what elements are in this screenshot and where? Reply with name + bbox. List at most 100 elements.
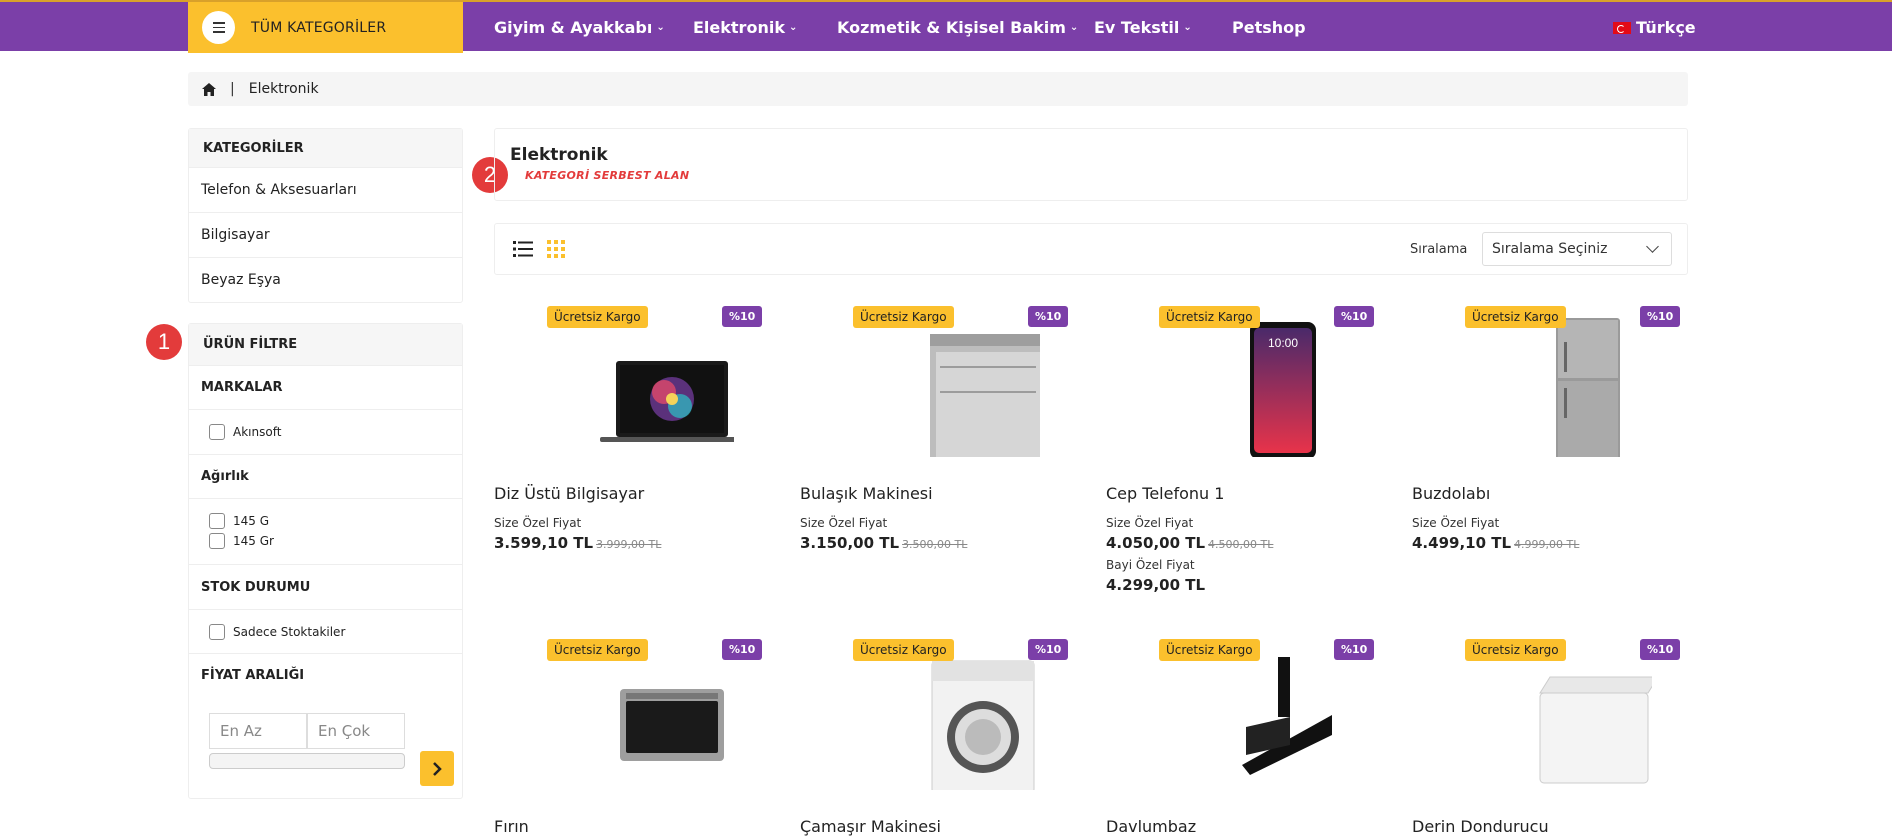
- product-card[interactable]: Ücretsiz Kargo %10 Diz Üstü Bilgisayar S…: [494, 302, 769, 622]
- product-card[interactable]: Ücretsiz Kargo %10 Derin Dondurucu: [1412, 635, 1687, 836]
- product-price: 4.499,10 TL 4.999,00 TL: [1412, 534, 1579, 552]
- product-card[interactable]: Ücretsiz Kargo %10 Bulaşık Makinesi Size…: [800, 302, 1075, 622]
- free-shipping-badge: Ücretsiz Kargo: [1159, 639, 1260, 661]
- category-link-beyaz-esya[interactable]: Beyaz Eşya: [189, 257, 462, 302]
- free-shipping-badge: Ücretsiz Kargo: [853, 306, 954, 328]
- checkbox-label: 145 G: [233, 514, 270, 528]
- nav-item-giyim[interactable]: Giyim & Ayakkabı ⌄: [494, 2, 665, 53]
- nav-item-ev-tekstil[interactable]: Ev Tekstil ⌄: [1094, 2, 1192, 53]
- phone-image: 10:00: [1250, 322, 1316, 457]
- laptop-image: [600, 361, 734, 442]
- category-link-telefon[interactable]: Telefon & Aksesuarları: [189, 167, 462, 212]
- checkbox[interactable]: [209, 623, 225, 640]
- checkbox[interactable]: [209, 424, 225, 440]
- sort-select[interactable]: Sıralama Seçiniz: [1482, 232, 1672, 266]
- sort-select-value: Sıralama Seçiniz: [1492, 241, 1608, 257]
- discount-badge: %10: [1334, 639, 1375, 660]
- product-name[interactable]: Davlumbaz: [1106, 817, 1196, 836]
- product-name[interactable]: Fırın: [494, 817, 529, 836]
- chest-freezer-image: [1539, 676, 1652, 784]
- stock-checkbox[interactable]: Sadece Stoktakiler: [189, 623, 346, 640]
- product-card[interactable]: Ücretsiz Kargo %10 Buzdolabı Size Özel F…: [1412, 302, 1687, 622]
- price-min-input[interactable]: En Az: [209, 713, 307, 749]
- discount-badge: %10: [722, 306, 763, 327]
- current-price: 3.150,00 TL: [800, 534, 900, 552]
- weight-checkbox-145g[interactable]: 145 G: [189, 513, 462, 529]
- top-navigation-bar: TÜM KATEGORİLER Giyim & Ayakkabı ⌄ Elektr…: [0, 0, 1892, 53]
- hamburger-menu-icon: [202, 11, 235, 44]
- discount-badge: %10: [1640, 306, 1681, 327]
- breadcrumb-current: Elektronik: [248, 81, 319, 97]
- home-icon[interactable]: [202, 82, 216, 96]
- product-name[interactable]: Çamaşır Makinesi: [800, 817, 941, 836]
- old-price: 3.999,00 TL: [596, 538, 662, 551]
- price-max-input[interactable]: En Çok: [307, 713, 405, 749]
- discount-badge: %10: [1028, 306, 1069, 327]
- stock-options: Sadece Stoktakiler: [189, 609, 462, 653]
- dealer-price: 4.299,00 TL: [1106, 576, 1206, 594]
- category-header-box: Elektronik KATEGORİ SERBEST ALAN: [494, 128, 1688, 201]
- product-name[interactable]: Bulaşık Makinesi: [800, 484, 933, 503]
- current-price: 4.050,00 TL: [1106, 534, 1206, 552]
- price-label: Size Özel Fiyat: [494, 516, 582, 530]
- current-price: 4.499,10 TL: [1412, 534, 1512, 552]
- brand-checkbox-akinsoft[interactable]: Akınsoft: [189, 424, 281, 440]
- product-card[interactable]: Ücretsiz Kargo %10 Fırın: [494, 635, 769, 836]
- product-name[interactable]: Derin Dondurucu: [1412, 817, 1549, 836]
- price-label: Size Özel Fiyat: [800, 516, 888, 530]
- free-shipping-badge: Ücretsiz Kargo: [547, 639, 648, 661]
- category-title: Elektronik: [510, 145, 608, 165]
- grid-view-icon[interactable]: [547, 240, 565, 258]
- nav-label: Giyim & Ayakkabı: [494, 18, 653, 37]
- oven-image: [620, 689, 724, 761]
- checkbox-label: 145 Gr: [233, 534, 274, 548]
- checkbox-label: Akınsoft: [233, 425, 282, 439]
- chevron-down-icon: ⌄: [788, 22, 798, 33]
- product-filter-panel: ÜRÜN FİLTRE MARKALAR Akınsoft Ağırlık 14…: [188, 323, 463, 799]
- product-price: 3.599,10 TL 3.999,00 TL: [494, 534, 661, 552]
- cooker-hood-image: [1242, 657, 1332, 775]
- list-view-icon[interactable]: [513, 240, 533, 258]
- old-price: 4.999,00 TL: [1514, 538, 1580, 551]
- product-name[interactable]: Cep Telefonu 1: [1106, 484, 1224, 503]
- price-label: Size Özel Fiyat: [1412, 516, 1500, 530]
- free-shipping-badge: Ücretsiz Kargo: [853, 639, 954, 661]
- checkbox[interactable]: [209, 513, 225, 529]
- product-name[interactable]: Diz Üstü Bilgisayar: [494, 484, 644, 503]
- weight-title: Ağırlık: [189, 454, 462, 498]
- product-name[interactable]: Buzdolabı: [1412, 484, 1490, 503]
- free-shipping-badge: Ücretsiz Kargo: [1465, 306, 1566, 328]
- product-card[interactable]: 10:00 Ücretsiz Kargo %10 Cep Telefonu 1 …: [1106, 302, 1381, 622]
- nav-item-elektronik[interactable]: Elektronik ⌄: [693, 2, 797, 53]
- price-filter-submit-button[interactable]: [420, 751, 454, 786]
- language-selector[interactable]: Türkçe: [1613, 2, 1696, 53]
- all-categories-button[interactable]: TÜM KATEGORİLER: [188, 2, 463, 53]
- annotation-marker-1: 1: [146, 324, 182, 360]
- nav-item-kozmetik[interactable]: Kozmetik & Kişisel Bakim ⌄: [837, 2, 1078, 53]
- categories-panel: KATEGORİLER Telefon & Aksesuarları Bilgi…: [188, 128, 463, 303]
- weight-checkbox-145gr[interactable]: 145 Gr: [189, 533, 462, 549]
- phone-clock-text: 10:00: [1268, 336, 1298, 350]
- product-card[interactable]: Ücretsiz Kargo %10 Çamaşır Makinesi: [800, 635, 1075, 836]
- product-price: 4.050,00 TL 4.500,00 TL: [1106, 534, 1273, 552]
- all-categories-label: TÜM KATEGORİLER: [251, 19, 387, 36]
- chevron-down-icon: [1646, 240, 1659, 253]
- old-price: 3.500,00 TL: [902, 538, 968, 551]
- product-card[interactable]: Ücretsiz Kargo %10 Davlumbaz: [1106, 635, 1381, 836]
- categories-title: KATEGORİLER: [189, 129, 462, 167]
- price-range-slider[interactable]: [209, 753, 405, 769]
- checkbox-label: Sadece Stoktakiler: [233, 624, 346, 639]
- current-price: 3.599,10 TL: [494, 534, 594, 552]
- chevron-down-icon: ⌄: [656, 22, 665, 33]
- price-label: Size Özel Fiyat: [1106, 516, 1194, 530]
- nav-item-petshop[interactable]: Petshop: [1232, 2, 1306, 53]
- discount-badge: %10: [1028, 639, 1069, 660]
- dealer-price-label: Bayi Özel Fiyat: [1106, 558, 1195, 572]
- category-link-bilgisayar[interactable]: Bilgisayar: [189, 212, 462, 257]
- category-free-area-text: KATEGORİ SERBEST ALAN: [525, 169, 690, 182]
- breadcrumb-separator: |: [230, 81, 235, 97]
- product-price: 3.150,00 TL 3.500,00 TL: [800, 534, 967, 552]
- chevron-down-icon: ⌄: [1183, 22, 1192, 33]
- checkbox[interactable]: [209, 533, 225, 549]
- brands-list: Akınsoft: [189, 409, 462, 454]
